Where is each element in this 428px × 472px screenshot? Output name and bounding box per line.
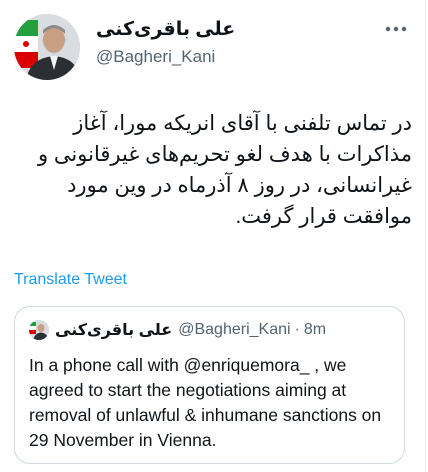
tweet-header: علی باقری‌کنی @Bagheri_Kani bbox=[14, 14, 409, 84]
quoted-handle[interactable]: @Bagheri_Kani bbox=[178, 321, 290, 339]
quoted-display-name[interactable]: علی باقری‌کنی bbox=[55, 320, 172, 340]
dot-separator: · bbox=[294, 321, 300, 338]
quoted-tweet[interactable]: علی باقری‌کنی @Bagheri_Kani · 8m In a ph… bbox=[14, 306, 405, 464]
translate-tweet-link[interactable]: Translate Tweet bbox=[14, 270, 127, 290]
quoted-timestamp[interactable]: 8m bbox=[304, 321, 326, 339]
author-display-name[interactable]: علی باقری‌کنی bbox=[96, 18, 406, 42]
profile-photo-icon[interactable] bbox=[14, 14, 80, 80]
more-options-icon[interactable] bbox=[383, 20, 409, 38]
tweet-text: در تماس تلفنی با آقای انریکه مورا، آغاز … bbox=[37, 112, 412, 228]
quoted-tweet-header: علی باقری‌کنی @Bagheri_Kani · 8m bbox=[29, 319, 326, 341]
author-handle[interactable]: @Bagheri_Kani bbox=[96, 44, 406, 70]
divider bbox=[425, 0, 426, 472]
quoted-tweet-text: In a phone call with @enriquemora_ , we … bbox=[29, 355, 382, 450]
quoted-avatar-icon[interactable] bbox=[29, 320, 49, 340]
author-names: علی باقری‌کنی @Bagheri_Kani bbox=[96, 18, 406, 70]
tweet-card: علی باقری‌کنی @Bagheri_Kani در تماس تلفن… bbox=[0, 0, 428, 472]
